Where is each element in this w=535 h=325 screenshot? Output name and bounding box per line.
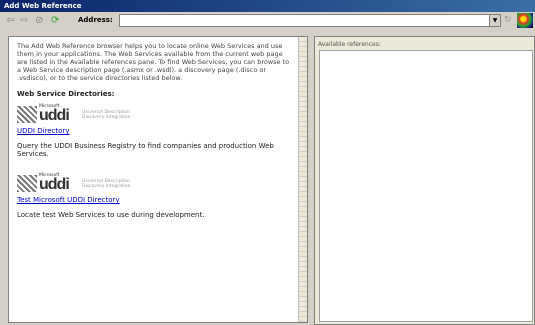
directory-entry: Microsoft uddi Universal Description Disc… [17,103,292,158]
browser-logo-icon [517,13,533,28]
back-arrow-icon[interactable]: ⇦ [6,15,14,26]
toolbar: ⇦ ⇨ ⊘ ⟳ Address: ▼ ↻ [0,12,535,29]
go-icon[interactable]: ↻ [504,15,512,25]
logo-word: uddi [39,176,70,193]
stop-icon[interactable]: ⊘ [35,15,43,26]
browser-pane: The Add Web Reference browser helps you … [8,36,308,323]
directory-description: Query the UDDI Business Registry to find… [17,142,274,158]
title-bar: Add Web Reference [0,0,535,12]
intro-text: The Add Web Reference browser helps you … [17,42,290,82]
uddi-directory-link[interactable]: UDDI Directory [17,127,69,135]
directory-description: Locate test Web Services to use during d… [17,211,205,219]
logo-word: uddi [39,107,70,124]
directory-entry: Microsoft uddi Universal Description Disc… [17,172,292,219]
uddi-grid-icon [17,106,37,123]
directories-heading: Web Service Directories: [17,90,115,98]
browser-content: The Add Web Reference browser helps you … [17,42,292,233]
available-references-label: Available references: [318,41,381,48]
window-title: Add Web Reference [4,2,82,10]
refresh-icon[interactable]: ⟳ [51,15,59,26]
test-uddi-directory-link[interactable]: Test Microsoft UDDI Directory [17,196,120,204]
uddi-logo: Microsoft uddi Universal Description Disc… [17,172,157,194]
uddi-logo: Microsoft uddi Universal Description Disc… [17,103,157,125]
forward-arrow-icon[interactable]: ⇨ [20,15,28,26]
chevron-down-icon: ▼ [492,17,498,24]
logo-tagline: Universal Description Discovery Integrati… [82,179,131,189]
logo-tagline: Universal Description Discovery Integrati… [82,110,131,120]
address-label: Address: [78,16,113,24]
uddi-grid-icon [17,175,37,192]
address-dropdown-button[interactable]: ▼ [489,15,500,26]
address-input[interactable] [119,14,501,27]
vertical-scrollbar[interactable] [298,37,307,322]
available-references-pane: Available references: [314,36,535,325]
available-references-list[interactable] [319,50,533,322]
